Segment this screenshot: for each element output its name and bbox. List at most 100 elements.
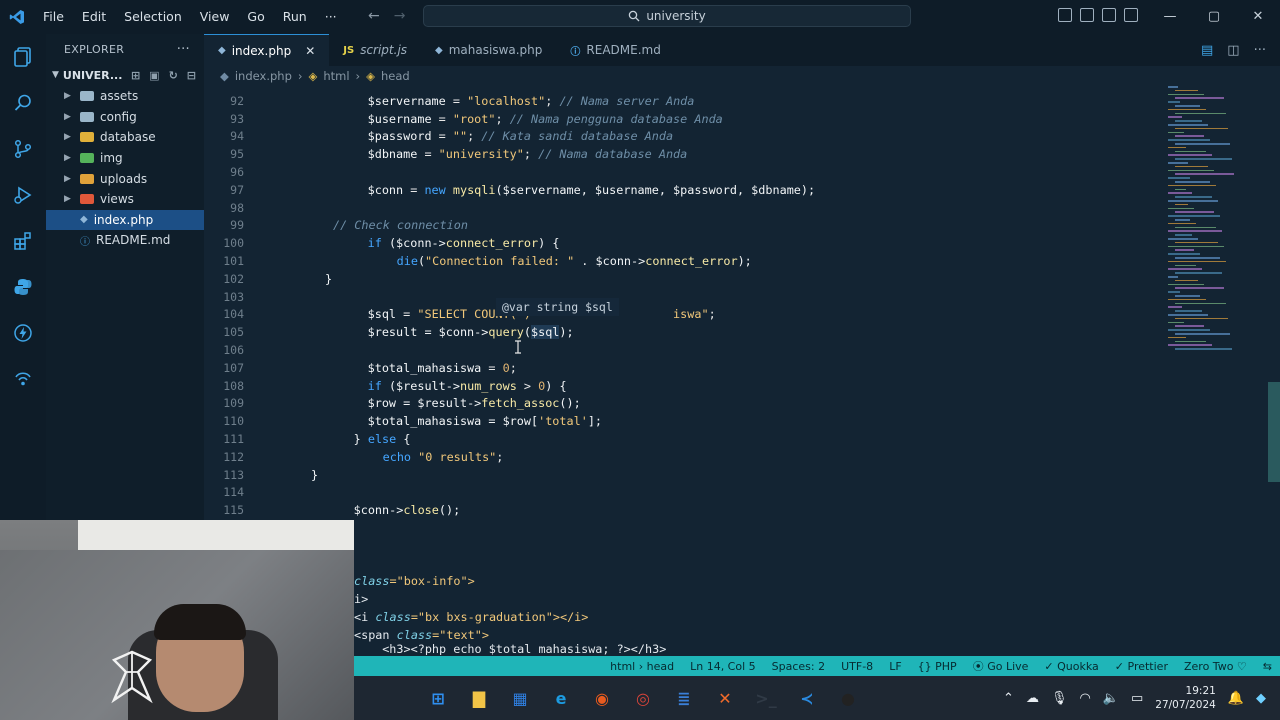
folder-config[interactable]: ▶ config xyxy=(46,107,204,128)
menu-file[interactable]: File xyxy=(34,0,73,34)
command-center-search[interactable]: university xyxy=(423,5,911,27)
code-token: 'total' xyxy=(538,414,588,429)
search-icon[interactable] xyxy=(0,80,46,126)
obs-app-icon[interactable]: ● xyxy=(832,682,864,714)
battery-icon[interactable]: ▭ xyxy=(1131,691,1143,706)
remote-explorer-icon[interactable] xyxy=(0,356,46,402)
edge-app-icon[interactable]: e xyxy=(545,682,577,714)
files-app-icon[interactable]: ▇ xyxy=(463,682,495,714)
folder-assets[interactable]: ▶ assets xyxy=(46,86,204,107)
new-file-icon[interactable]: ⊞ xyxy=(131,69,140,82)
python-icon[interactable] xyxy=(0,264,46,310)
toggle-sidebar-icon[interactable] xyxy=(1058,8,1072,22)
menu-selection[interactable]: Selection xyxy=(115,0,191,34)
breadcrumb-file[interactable]: index.php xyxy=(235,69,292,83)
menu-go[interactable]: Go xyxy=(238,0,273,34)
customize-layout-icon[interactable] xyxy=(1124,8,1138,22)
code-editor-lower[interactable]: class ="box-info"> i> <i class ="bx bxs-gr… xyxy=(354,520,1280,656)
menu-more[interactable]: ··· xyxy=(316,0,346,34)
xampp-app-icon[interactable]: ✕ xyxy=(709,682,741,714)
wifi-icon[interactable]: ◠ xyxy=(1079,691,1090,706)
minimap[interactable] xyxy=(1164,86,1244,356)
collapse-all-icon[interactable]: ⊟ xyxy=(187,69,196,82)
minimap-line xyxy=(1175,150,1206,153)
menu-run[interactable]: Run xyxy=(274,0,316,34)
folder-uploads[interactable]: ▶ uploads xyxy=(46,168,204,189)
firefox-app-icon[interactable]: ◉ xyxy=(586,682,618,714)
scrollbar-thumb[interactable] xyxy=(1268,382,1280,482)
menu-edit[interactable]: Edit xyxy=(73,0,115,34)
status-breadcrumb[interactable]: html › head xyxy=(602,660,682,673)
new-folder-icon[interactable]: ▣ xyxy=(149,69,159,82)
folder-database[interactable]: ▶ database xyxy=(46,127,204,148)
volume-icon[interactable]: 🔈 xyxy=(1103,691,1119,706)
open-preview-icon[interactable]: ▤ xyxy=(1201,43,1213,58)
status-indentation[interactable]: Spaces: 2 xyxy=(764,660,833,673)
chevron-up-icon[interactable]: ⌃ xyxy=(1003,691,1014,706)
webcam-ceiling-light xyxy=(78,520,354,550)
file-index-php[interactable]: ◆ index.php xyxy=(46,209,204,231)
file-readme[interactable]: ⓘ README.md xyxy=(46,230,204,251)
breadcrumb-html[interactable]: html xyxy=(323,69,349,83)
file-name: README.md xyxy=(96,233,171,248)
status-quokka[interactable]: ✓ Quokka xyxy=(1036,660,1106,673)
toggle-secondary-sidebar-icon[interactable] xyxy=(1102,8,1116,22)
breadcrumb-head[interactable]: head xyxy=(381,69,410,83)
notification-bell-icon[interactable]: 🔔 xyxy=(1228,691,1244,706)
more-actions-icon[interactable]: ··· xyxy=(1254,43,1266,58)
status-go-live[interactable]: ⦿ Go Live xyxy=(965,658,1037,674)
minimap-line xyxy=(1168,329,1210,331)
status-theme[interactable]: Zero Two ♡ xyxy=(1176,660,1255,673)
start-app-icon[interactable]: ⊞ xyxy=(422,682,454,714)
maximize-button[interactable]: ▢ xyxy=(1192,0,1236,34)
code-function: close xyxy=(403,503,439,518)
toggle-panel-icon[interactable] xyxy=(1080,8,1094,22)
refresh-icon[interactable]: ↻ xyxy=(169,69,178,82)
cloud-icon[interactable]: ☁ xyxy=(1026,691,1039,706)
forward-arrow-icon[interactable]: → xyxy=(394,8,406,24)
folder-views[interactable]: ▶ views xyxy=(46,189,204,210)
source-control-icon[interactable] xyxy=(0,126,46,172)
more-actions-icon[interactable]: ··· xyxy=(177,42,190,57)
tab-script-js[interactable]: JS script.js xyxy=(329,34,421,66)
chrome-app-icon[interactable]: ◎ xyxy=(627,682,659,714)
copilot-icon[interactable]: ◆ xyxy=(1256,691,1266,706)
code-line: <i class ="bx bxs-graduation"></i> xyxy=(354,608,588,626)
vscode-app-icon[interactable]: ≺ xyxy=(791,682,823,714)
folder-icon xyxy=(80,132,94,143)
clock[interactable]: 19:21 27/07/2024 xyxy=(1155,684,1216,712)
notepad-app-icon[interactable]: ≣ xyxy=(668,682,700,714)
run-debug-icon[interactable] xyxy=(0,172,46,218)
extensions-icon[interactable] xyxy=(0,218,46,264)
channel-logo-icon xyxy=(111,650,153,704)
tab-index-php[interactable]: ◆ index.php ✕ xyxy=(204,34,330,66)
thunder-client-icon[interactable] xyxy=(0,310,46,356)
status-encoding[interactable]: UTF-8 xyxy=(833,660,881,673)
folder-img[interactable]: ▶ img xyxy=(46,148,204,169)
code-line-102: } xyxy=(204,270,1154,288)
code-token: ); xyxy=(737,254,752,269)
status-cursor-position[interactable]: Ln 14, Col 5 xyxy=(682,660,764,673)
project-root[interactable]: ▼ UNIVER... ⊞ ▣ ↻ ⊟ xyxy=(46,64,204,86)
minimap-line xyxy=(1175,295,1200,297)
code-editor[interactable]: 92 93 94 95 96 97 98 99 100 101 102 103 104 105 106 107… xyxy=(204,86,1280,520)
explorer-icon[interactable] xyxy=(0,34,46,80)
store-app-icon[interactable]: ▦ xyxy=(504,682,536,714)
minimize-button[interactable]: — xyxy=(1148,0,1192,34)
back-arrow-icon[interactable]: ← xyxy=(368,8,380,24)
close-tab-icon[interactable]: ✕ xyxy=(305,44,315,58)
close-window-button[interactable]: ✕ xyxy=(1236,0,1280,34)
status-language[interactable]: {} PHP xyxy=(910,660,965,673)
minimap-line xyxy=(1168,283,1204,286)
status-prettier[interactable]: ✓ Prettier xyxy=(1107,660,1176,673)
status-eol[interactable]: LF xyxy=(881,660,909,673)
menu-view[interactable]: View xyxy=(191,0,239,34)
folder-icon xyxy=(80,173,94,184)
tab-mahasiswa-php[interactable]: ◆ mahasiswa.php xyxy=(421,34,556,66)
terminal-app-icon[interactable]: >_ xyxy=(750,682,782,714)
tab-readme[interactable]: ⓘ README.md xyxy=(556,34,674,66)
status-remote[interactable]: ⇆ xyxy=(1255,660,1280,673)
microphone-icon[interactable]: 🎙 xyxy=(1051,691,1068,706)
windows-taskbar: ⊞ ▇ ▦ e ◉ ◎ ≣ ✕ >_ ≺ ● ⌃ ☁ 🎙 ◠ 🔈 ▭ 19:21 27/07/202… xyxy=(354,676,1280,720)
split-editor-icon[interactable]: ◫ xyxy=(1227,43,1239,58)
